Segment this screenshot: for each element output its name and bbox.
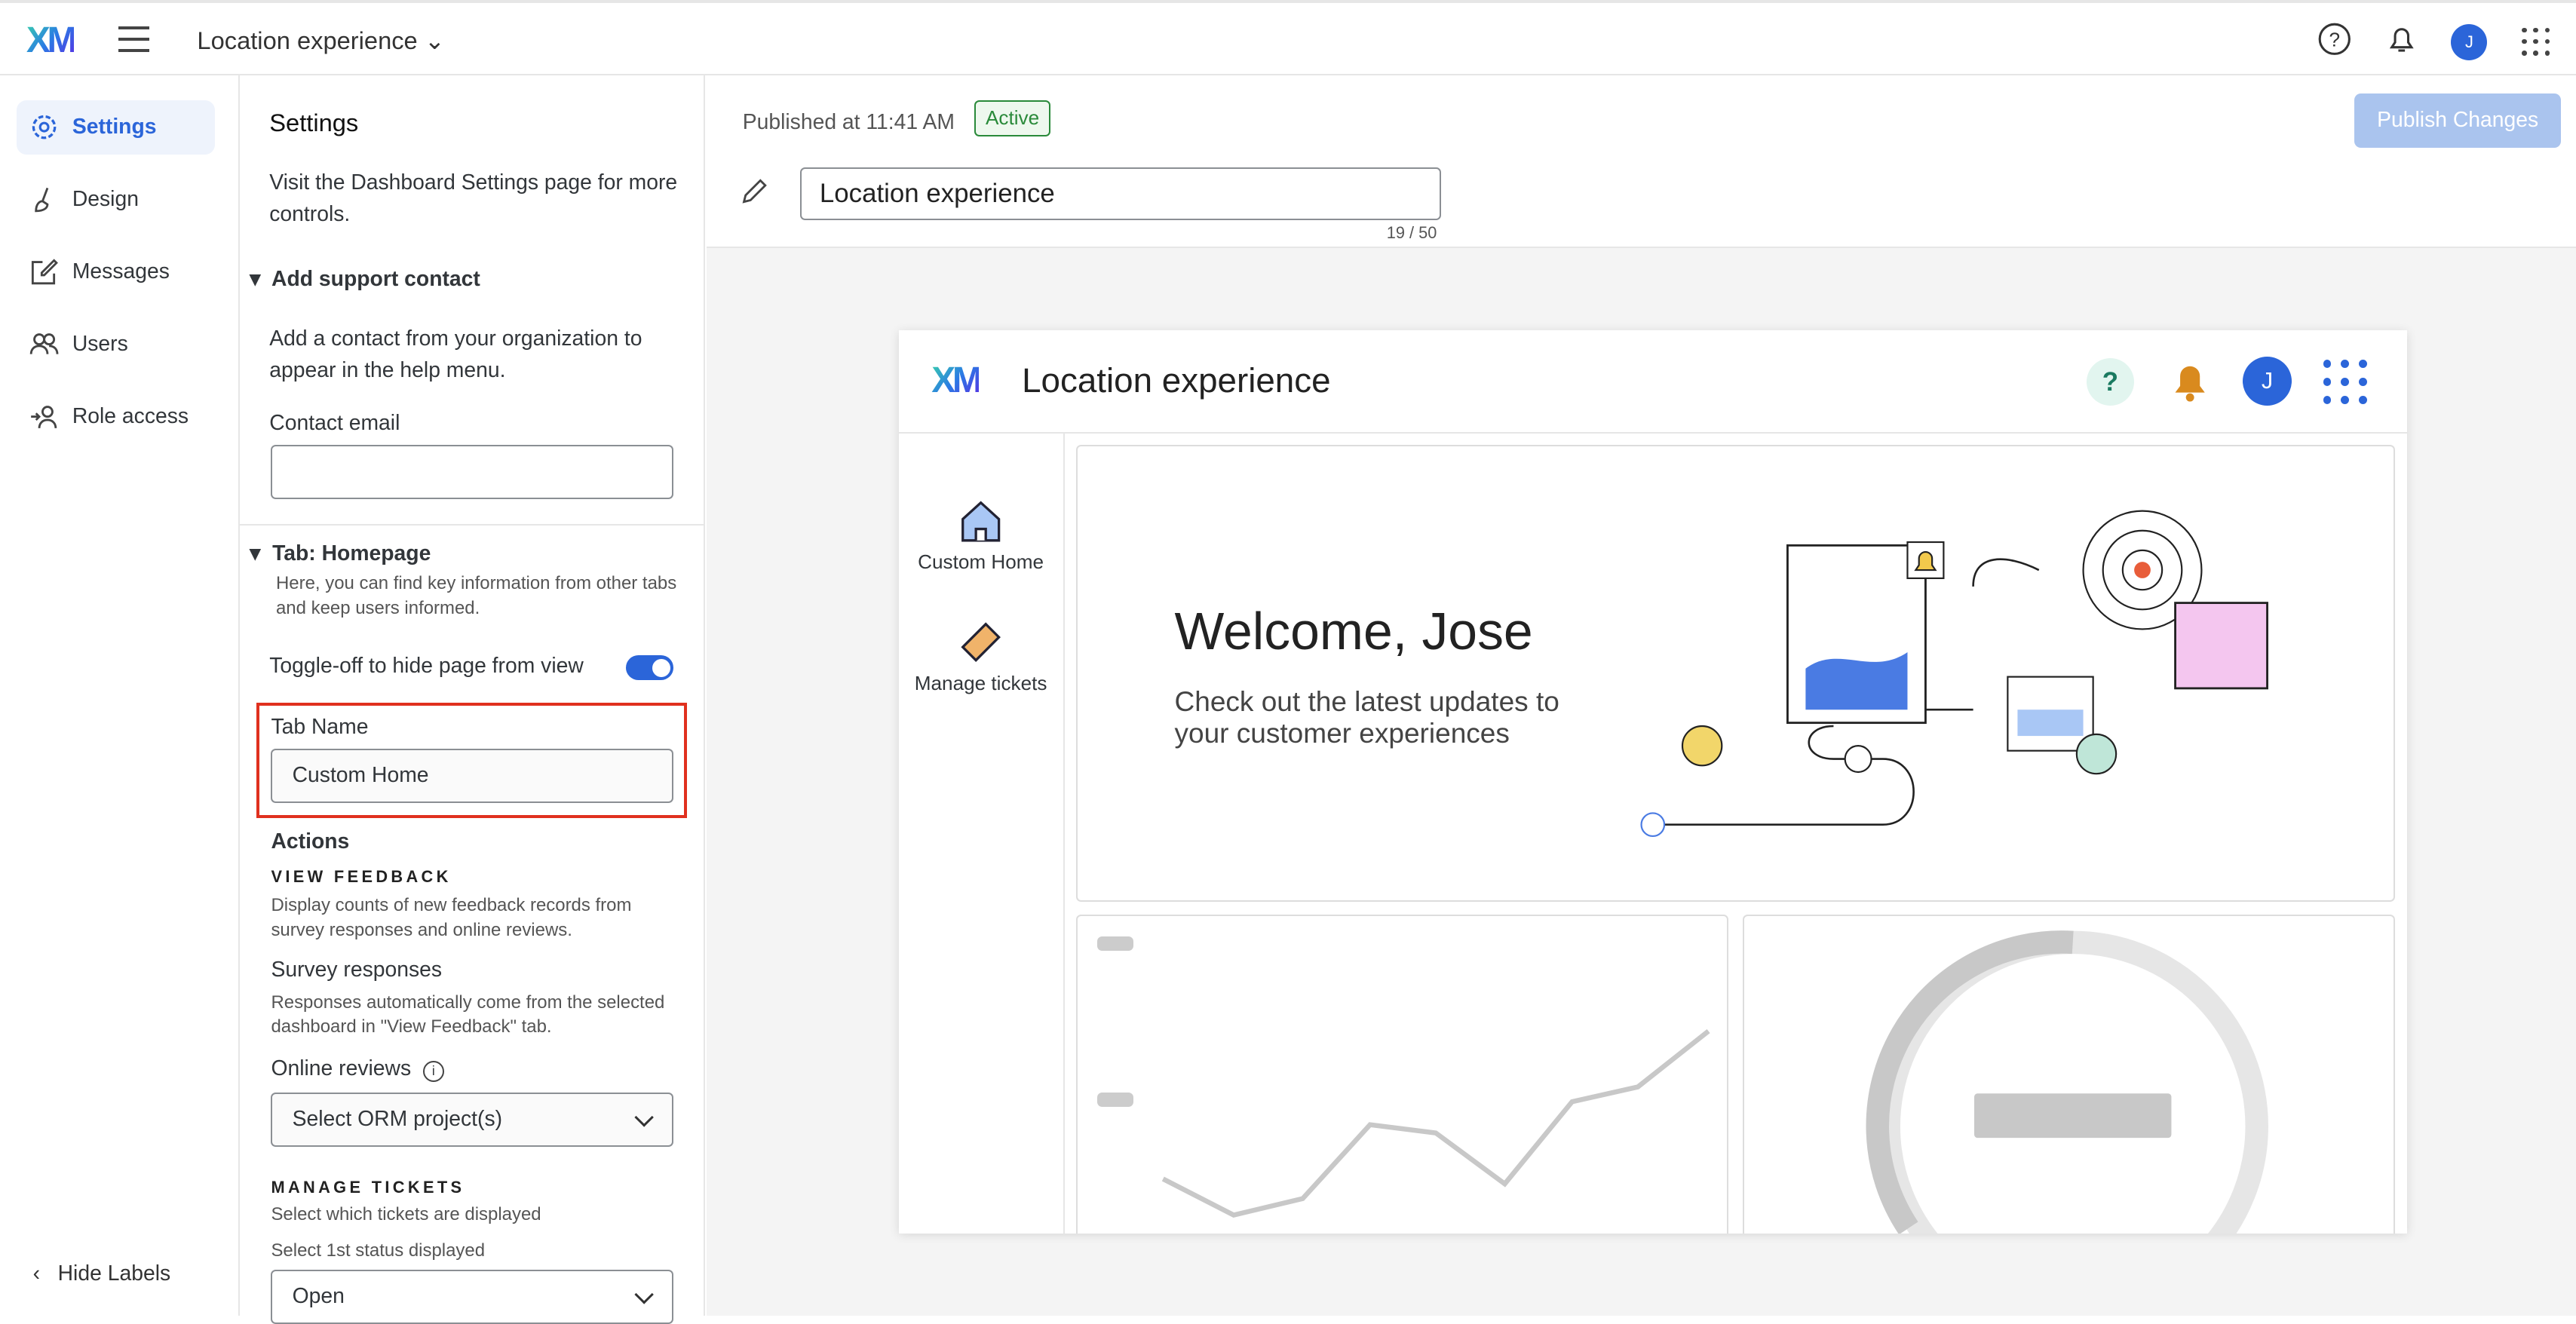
nav-item-users[interactable]: Users	[17, 317, 216, 371]
chevron-left-icon: ‹	[32, 1261, 40, 1286]
preview-avatar: J	[2242, 356, 2292, 406]
status-badge: Active	[974, 100, 1051, 136]
edit-icon	[32, 259, 59, 285]
svg-text:?: ?	[2329, 29, 2341, 51]
chevron-down-icon: ⌄	[424, 26, 446, 54]
status-label: Select 1st status displayed	[271, 1240, 486, 1261]
welcome-subtitle: Check out the latest updates to your cus…	[1174, 685, 1559, 749]
nav-label: Role access	[72, 403, 189, 428]
view-feedback-desc: Display counts of new feedback records f…	[271, 895, 632, 940]
user-avatar[interactable]: J	[2451, 24, 2488, 61]
view-feedback-heading: VIEW FEEDBACK	[271, 867, 452, 887]
tab-name-label: Tab Name	[271, 714, 369, 739]
welcome-illustration	[1640, 510, 2268, 837]
support-desc: Add a contact from your organization to …	[269, 326, 642, 382]
orm-project-select[interactable]: Select ORM project(s)	[271, 1092, 674, 1147]
tab-desc: Here, you can find key information from …	[275, 573, 677, 618]
status-select[interactable]: Open	[271, 1270, 674, 1324]
ticket-icon	[961, 622, 1001, 663]
dashboard-title-input[interactable]: Location experience	[799, 167, 1441, 220]
house-icon	[961, 501, 1001, 542]
app-grid-icon[interactable]	[2522, 27, 2550, 56]
manage-tickets-heading: MANAGE TICKETS	[271, 1178, 465, 1197]
tab-heading: Tab: Homepage	[272, 541, 431, 565]
project-switcher[interactable]: Location experience ⌄	[197, 26, 445, 55]
top-bar: XM Location experience ⌄ ? J	[0, 0, 2576, 76]
panel-intro: Visit the Dashboard Settings page for mo…	[269, 170, 678, 226]
bell-icon[interactable]	[2385, 23, 2418, 56]
tab-section-toggle[interactable]: ▾ Tab: Homepage	[250, 541, 431, 566]
welcome-heading: Welcome, Jose	[1174, 602, 1533, 661]
survey-responses-desc: Responses automatically come from the se…	[271, 991, 665, 1037]
dashboard-preview: XM Location experience ? J Custom Home M…	[898, 329, 2407, 1234]
hide-labels-button[interactable]: ‹ Hide Labels	[33, 1261, 171, 1286]
welcome-card: Welcome, Jose Check out the latest updat…	[1075, 445, 2396, 902]
hide-page-toggle[interactable]	[626, 655, 674, 680]
main-header: Published at 11:41 AM Active Publish Cha…	[706, 75, 2576, 248]
gear-icon	[32, 115, 57, 139]
preview-bell-icon	[2175, 366, 2205, 402]
panel-title: Settings	[269, 108, 359, 136]
nav-label: Messages	[72, 259, 170, 284]
preview-grid-icon	[2323, 360, 2368, 404]
users-icon	[29, 333, 59, 354]
help-icon[interactable]: ?	[2318, 23, 2351, 56]
char-count: 19 / 50	[1386, 223, 1437, 243]
settings-panel: Settings Visit the Dashboard Settings pa…	[240, 75, 705, 1324]
contact-email-input[interactable]	[271, 445, 674, 500]
xm-logo[interactable]: XM	[26, 20, 78, 61]
gauge-placeholder	[1743, 915, 2396, 1234]
nav-item-design[interactable]: Design	[17, 173, 216, 227]
toggle-label: Toggle-off to hide page from view	[269, 654, 584, 679]
nav-item-role-access[interactable]: Role access	[17, 389, 216, 443]
brush-icon	[35, 187, 49, 213]
preview-tab-custom-home: Custom Home	[899, 496, 1063, 574]
published-time: Published at 11:41 AM	[742, 109, 955, 134]
hamburger-menu-icon[interactable]	[118, 26, 150, 61]
preview-title: Location experience	[1022, 361, 1331, 400]
preview-header: XM Location experience ? J	[898, 330, 2407, 434]
publish-changes-button[interactable]: Publish Changes	[2354, 93, 2562, 149]
contact-email-label: Contact email	[269, 410, 400, 435]
nav-label: Design	[72, 187, 139, 212]
skeleton-gauge	[1866, 930, 2269, 1234]
left-nav: Settings Design Messages Users Role acce…	[0, 75, 241, 1316]
nav-label: Settings	[72, 115, 157, 139]
online-reviews-text: Online reviews	[271, 1056, 412, 1080]
manage-tickets-desc: Select which tickets are displayed	[271, 1203, 541, 1224]
nav-item-messages[interactable]: Messages	[17, 245, 216, 299]
preview-help-icon: ?	[2086, 357, 2134, 406]
tab-name-input[interactable]: Custom Home	[271, 749, 674, 804]
tab-label: Manage tickets	[914, 672, 1047, 695]
online-reviews-label: Online reviews i	[271, 1056, 444, 1082]
support-section-toggle[interactable]: ▾ Add support contact	[250, 266, 480, 292]
nav-label: Users	[72, 331, 128, 356]
nav-item-settings[interactable]: Settings	[16, 100, 216, 155]
preview-xm-logo: XM	[931, 360, 983, 401]
tab-label: Custom Home	[918, 550, 1044, 574]
survey-responses-label: Survey responses	[271, 958, 443, 982]
pencil-icon	[742, 179, 768, 204]
divider	[240, 523, 705, 526]
project-name: Location experience	[197, 26, 418, 54]
preview-tab-manage-tickets: Manage tickets	[899, 618, 1063, 695]
skeleton-line	[1161, 1029, 1710, 1218]
hide-labels-text: Hide Labels	[57, 1261, 171, 1286]
support-heading: Add support contact	[271, 266, 480, 291]
preview-tab-nav: Custom Home Manage tickets	[899, 434, 1065, 1234]
role-access-icon	[31, 405, 57, 428]
actions-heading: Actions	[271, 829, 350, 854]
info-icon[interactable]: i	[422, 1060, 444, 1082]
main-area: Published at 11:41 AM Active Publish Cha…	[706, 75, 2576, 1316]
line-chart-placeholder	[1075, 915, 1728, 1234]
